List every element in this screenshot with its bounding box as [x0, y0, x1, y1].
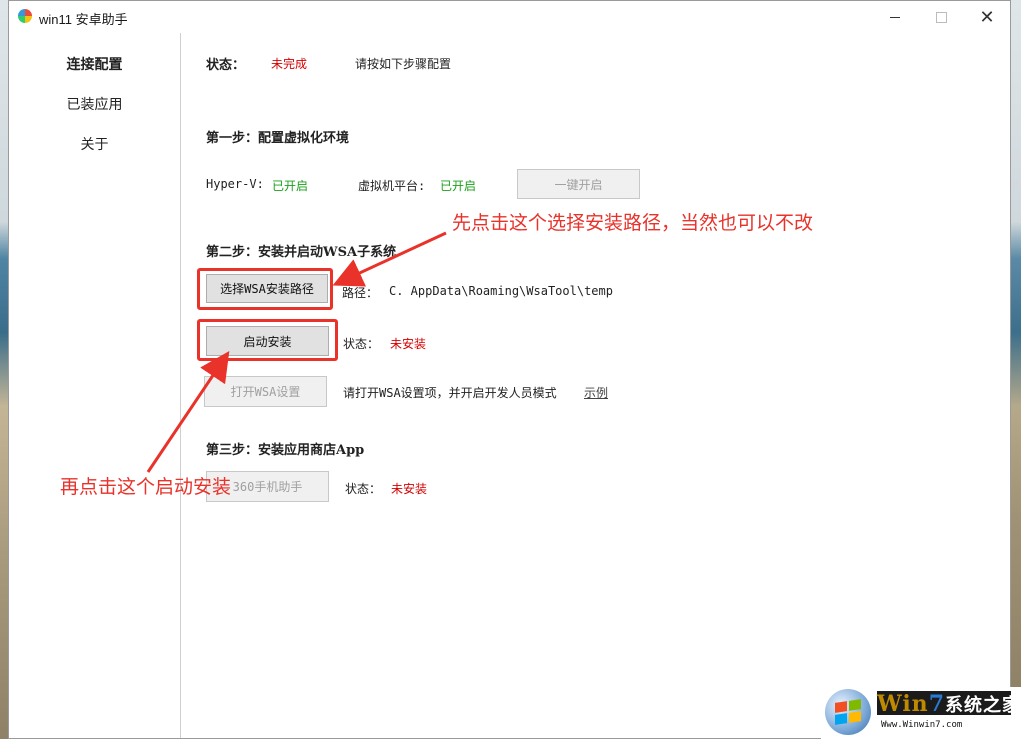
watermark-text-a: Win [877, 691, 929, 717]
minimize-icon [890, 16, 900, 18]
annotation-second-step: 再点击这个启动安装 [60, 476, 232, 498]
annotation-first-step: 先点击这个选择安装路径，当然也可以不改 [452, 212, 814, 234]
open-wsa-settings-button[interactable]: 打开WSA设置 [204, 376, 327, 407]
close-button[interactable]: ✕ [964, 1, 1010, 33]
store-status-value: 未安装 [391, 482, 428, 496]
highlight-start-install [197, 319, 338, 361]
overall-status-label: 状态： [206, 58, 246, 73]
install-status-label: 状态： [343, 337, 380, 351]
windows-logo-icon [825, 689, 871, 735]
app-logo-icon [18, 9, 32, 23]
step3-heading: 第三步：安装应用商店App [206, 443, 365, 458]
watermark-text-b: 7 [928, 691, 945, 717]
path-value: C. AppData\Roaming\WsaTool\temp [389, 284, 613, 298]
sidebar-item-connection-config[interactable]: 连接配置 [9, 54, 180, 74]
watermark: Win7系统之家 Www.Winwin7.com [821, 687, 1021, 739]
maximize-icon [935, 11, 947, 23]
highlight-choose-path [197, 268, 333, 310]
path-label: 路径： [342, 286, 379, 300]
sidebar-item-installed-apps[interactable]: 已装应用 [9, 94, 180, 114]
app-window: win11 安卓助手 ✕ 连接配置 已装应用 关于 状态： 未完成 请按如下步骤… [8, 0, 1011, 739]
hyperv-label: Hyper-V: [206, 177, 264, 191]
step2-heading: 第二步：安装并启动WSA子系统 [206, 245, 397, 260]
close-icon: ✕ [979, 6, 995, 28]
main-panel: 状态： 未完成 请按如下步骤配置 第一步：配置虚拟化环境 Hyper-V: 已开… [181, 33, 1010, 738]
maximize-button[interactable] [918, 1, 964, 33]
sidebar-item-about[interactable]: 关于 [9, 134, 180, 154]
vm-platform-status: 已开启 [440, 179, 477, 193]
one-click-enable-button[interactable]: 一键开启 [517, 169, 640, 199]
watermark-text: Win7系统之家 [877, 691, 1021, 717]
install-status-value: 未安装 [390, 337, 427, 351]
overall-status-hint: 请按如下步骤配置 [355, 57, 452, 71]
sidebar: 连接配置 已装应用 关于 [9, 33, 181, 738]
settings-hint: 请打开WSA设置项，并开启开发人员模式 [343, 386, 557, 400]
watermark-text-c: 系统之家 [945, 695, 1021, 716]
example-link[interactable]: 示例 [584, 384, 608, 401]
overall-status-value: 未完成 [271, 57, 308, 71]
hyperv-status: 已开启 [272, 179, 309, 193]
title-bar[interactable]: win11 安卓助手 ✕ [9, 1, 1010, 33]
window-title: win11 安卓助手 [39, 12, 128, 27]
step1-heading: 第一步：配置虚拟化环境 [206, 131, 350, 146]
store-status-label: 状态： [345, 482, 382, 496]
watermark-url: Www.Winwin7.com [881, 720, 963, 730]
minimize-button[interactable] [872, 1, 918, 33]
vm-platform-label: 虚拟机平台: [358, 179, 426, 193]
